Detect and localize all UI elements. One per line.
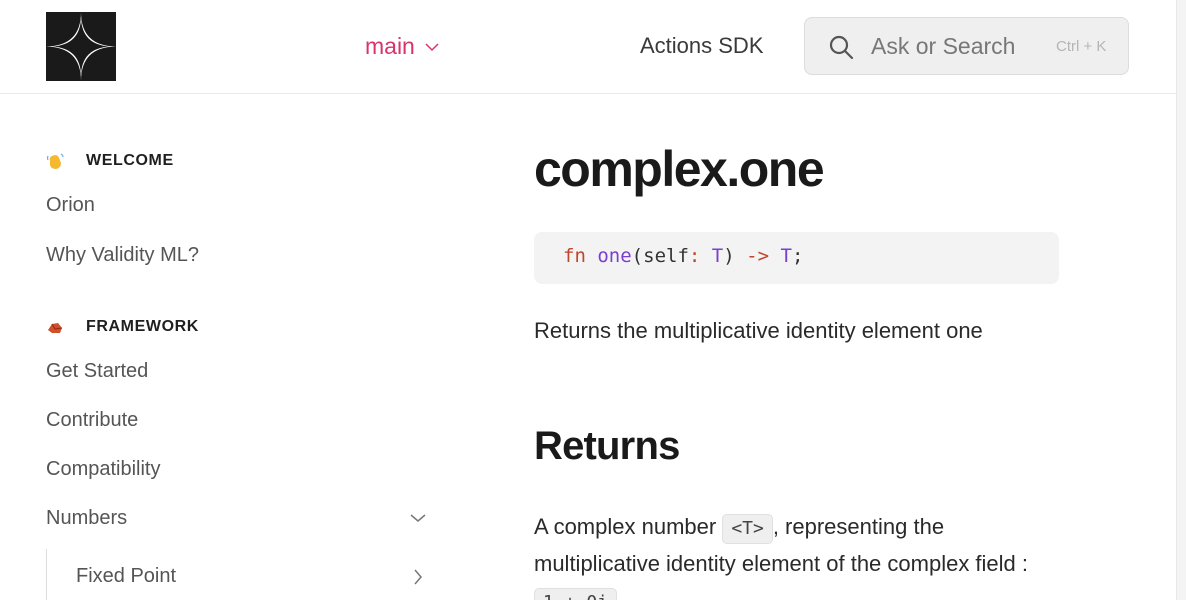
sidebar-item-get-started[interactable]: Get Started	[46, 360, 148, 383]
returns-inline-code-2: 1 + 0i	[534, 588, 618, 600]
code-open-paren: (	[631, 245, 644, 267]
code-type-1: T	[711, 245, 724, 267]
page-title: complex.one	[534, 141, 825, 197]
scrollbar[interactable]	[1176, 0, 1186, 600]
waving-hand-icon	[46, 153, 64, 169]
code-colon: :	[688, 245, 701, 267]
search-box[interactable]: Ask or Search Ctrl + K	[804, 17, 1129, 75]
framework-icon	[48, 323, 63, 333]
code-arrow: ->	[746, 245, 770, 267]
section-welcome: WELCOME	[46, 152, 174, 170]
code-keyword: fn	[563, 245, 586, 267]
top-header: main Actions SDK Ask or Search Ctrl + K	[0, 0, 1176, 94]
sidebar-item-why-validity-ml[interactable]: Why Validity ML?	[46, 244, 199, 267]
code-param: self	[643, 245, 689, 267]
returns-inline-code-1: <T>	[722, 514, 773, 544]
submenu-guide-line	[46, 549, 47, 600]
returns-text-1: A complex number	[534, 514, 723, 539]
sidebar-item-orion[interactable]: Orion	[46, 194, 95, 217]
sidebar: WELCOME Orion Why Validity ML? FRAMEWORK…	[0, 94, 460, 600]
section-title-welcome: WELCOME	[86, 152, 174, 169]
code-fn-name: one	[597, 245, 632, 267]
search-shortcut: Ctrl + K	[1056, 38, 1107, 55]
section-framework: FRAMEWORK	[46, 318, 199, 336]
sidebar-item-contribute[interactable]: Contribute	[46, 409, 138, 432]
branch-selector[interactable]: main	[365, 33, 439, 60]
returns-heading: Returns	[534, 424, 680, 468]
chevron-down-icon	[425, 42, 439, 51]
returns-paragraph: A complex number <T>, representing the m…	[534, 508, 1054, 600]
sidebar-item-numbers[interactable]: Numbers	[46, 507, 127, 530]
code-semicolon: ;	[791, 245, 804, 267]
code-signature: fn one(self: T) -> T;	[534, 232, 1059, 284]
chevron-down-icon[interactable]	[410, 513, 426, 523]
four-point-star-logo[interactable]	[46, 12, 116, 81]
branch-label: main	[365, 33, 415, 59]
actions-sdk-link[interactable]: Actions SDK	[640, 33, 764, 59]
code-type-2: T	[780, 245, 792, 267]
section-title-framework: FRAMEWORK	[86, 318, 199, 335]
sidebar-item-compatibility[interactable]: Compatibility	[46, 458, 160, 481]
code-close-paren: )	[723, 245, 735, 267]
search-placeholder: Ask or Search	[871, 33, 1016, 59]
search-icon	[829, 35, 854, 60]
description: Returns the multiplicative identity elem…	[534, 318, 983, 343]
chevron-right-icon[interactable]	[413, 569, 423, 585]
sidebar-item-fixed-point[interactable]: Fixed Point	[76, 565, 176, 588]
